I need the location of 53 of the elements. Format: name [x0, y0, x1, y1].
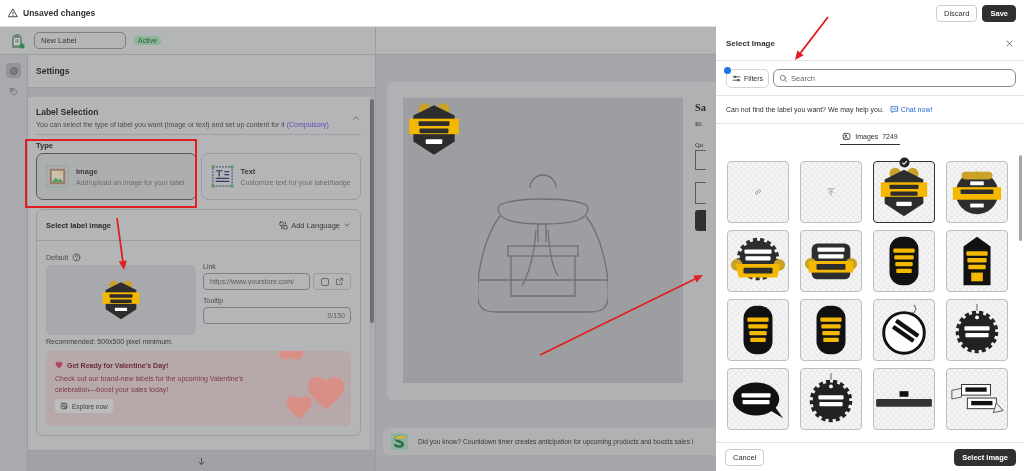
help-icon	[72, 253, 82, 262]
image-tile[interactable]	[873, 230, 935, 292]
external-link-icon	[334, 277, 344, 286]
close-button[interactable]	[1005, 38, 1014, 48]
checkbox[interactable]	[320, 277, 329, 286]
upload-icon	[826, 187, 836, 197]
image-tile[interactable]	[946, 368, 1008, 430]
chat-icon	[889, 105, 899, 114]
settings-header: Settings	[28, 55, 375, 88]
language-icon	[279, 220, 289, 230]
close-icon	[1005, 38, 1014, 48]
annotation-arrow	[116, 217, 127, 270]
filters-icon	[732, 73, 741, 83]
image-tile[interactable]	[946, 161, 1008, 223]
image-tile[interactable]	[800, 368, 862, 430]
chevron-down-icon	[343, 221, 351, 229]
text-type-icon	[210, 165, 234, 188]
image-tile[interactable]	[873, 368, 935, 430]
image-type-icon	[46, 165, 69, 188]
image-preview-box[interactable]	[46, 265, 196, 335]
image-tile[interactable]	[727, 368, 789, 430]
notification-dot	[724, 66, 731, 74]
unsaved-title: Unsaved changes	[23, 8, 97, 18]
image-tile[interactable]	[727, 230, 789, 292]
images-icon	[842, 132, 852, 141]
image-tile[interactable]	[727, 161, 789, 223]
image-tile[interactable]	[946, 230, 1008, 292]
image-tile[interactable]	[946, 299, 1008, 361]
link-icon	[753, 187, 763, 197]
scrollbar[interactable]	[369, 97, 375, 450]
heart-icon	[55, 361, 63, 369]
search-icon	[779, 73, 789, 83]
outline-button[interactable]	[695, 182, 706, 204]
app-logo-icon	[391, 433, 408, 450]
image-tile[interactable]	[873, 299, 935, 361]
image-tile[interactable]	[800, 161, 862, 223]
settings-icon	[8, 65, 19, 76]
product-title: Sa	[695, 102, 707, 113]
arrow-down-icon	[197, 456, 206, 466]
badge-drawing	[875, 390, 933, 408]
image-tile[interactable]	[727, 299, 789, 361]
warning-icon	[8, 8, 18, 18]
explore-icon	[60, 402, 68, 410]
tag-icon	[8, 86, 19, 97]
chevron-up-icon	[351, 113, 361, 123]
panel-title: Select Image	[726, 38, 775, 48]
new-tab-toggle[interactable]	[313, 273, 351, 290]
image-tile[interactable]	[800, 230, 862, 292]
quantity-field[interactable]	[695, 150, 706, 170]
annotation-arrow	[795, 16, 829, 60]
section-title: Label Selection	[36, 107, 100, 117]
image-tile[interactable]	[800, 299, 862, 361]
check-icon	[899, 157, 910, 168]
